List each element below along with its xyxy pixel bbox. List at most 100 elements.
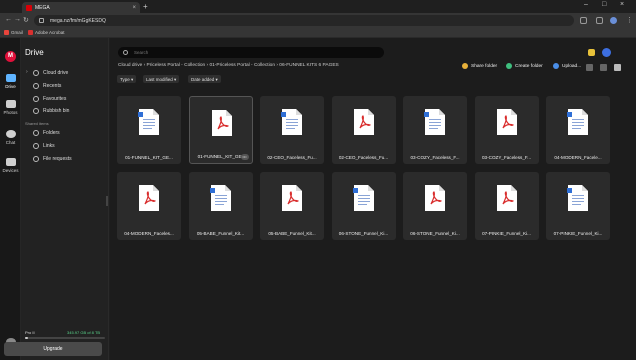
extensions-icon[interactable] (596, 17, 603, 24)
sidebar-title: Drive (25, 48, 44, 57)
url-text: mega.nz/fm/mGgKESDQ (50, 18, 106, 24)
acrobat-icon (28, 30, 33, 35)
plan-name: Pro II (25, 330, 35, 335)
account-avatar[interactable] (602, 48, 611, 57)
date-added-filter[interactable]: Date added ▾ (188, 75, 221, 83)
file-card[interactable]: 02-CEO_Faceless_Fu... (331, 96, 396, 164)
file-card[interactable]: 06-STONE_Funnel_Ki... (331, 172, 396, 240)
file-name: 06-STONE_Funnel_Ki... (338, 231, 389, 236)
create-folder-button[interactable]: Create folder (506, 63, 543, 69)
mega-logo[interactable]: M (5, 51, 16, 62)
photos-icon (5, 100, 16, 108)
sidebar-item-label: Rubbish bin (43, 108, 70, 114)
doc-file-icon (424, 109, 445, 135)
sidebar-item-label: File requests (43, 156, 72, 162)
thumbnail-view-icon[interactable] (586, 64, 593, 71)
chevron-right-icon[interactable]: › (26, 69, 28, 75)
bookmark-star-icon[interactable] (580, 17, 587, 24)
sidebar-item-label: Favourites (43, 96, 67, 102)
upload-icon (553, 63, 559, 69)
site-info-icon[interactable] (39, 18, 44, 23)
type-filter[interactable]: Type ▾ (117, 75, 137, 83)
address-bar[interactable]: mega.nz/fm/mGgKESDQ (34, 15, 574, 26)
rail-label: Chat (5, 140, 16, 145)
file-name: 07-PINKIE_Funnel_Ki... (553, 231, 603, 236)
browser-tab-bar: MEGA × + – □ × (0, 0, 636, 13)
reload-icon[interactable]: ↻ (23, 16, 29, 24)
search-input[interactable]: Search (118, 47, 384, 58)
sidebar-item-favourites[interactable]: Favourites (33, 96, 66, 102)
file-card[interactable]: 05-BABE_Funnel_Kit... (188, 172, 253, 240)
pdf-file-icon (211, 110, 232, 136)
chat-icon (5, 130, 16, 138)
search-icon (123, 50, 128, 55)
sidebar-item-links[interactable]: Links (33, 143, 55, 149)
rail-label: Drive (5, 84, 16, 89)
upload-button[interactable]: Upload... (553, 63, 581, 69)
file-card[interactable]: 03-COZY_Faceless_F... (474, 96, 539, 164)
sidebar-item-recents[interactable]: Recents (33, 83, 61, 89)
rail-item-drive[interactable]: Drive (0, 74, 21, 89)
grid-view-icon[interactable] (614, 64, 621, 71)
upload-label: Upload... (562, 63, 582, 69)
rail-item-devices[interactable]: Devices (0, 158, 21, 173)
file-card[interactable]: 04-MODERN_Faceles... (117, 172, 181, 240)
forward-icon[interactable]: → (14, 16, 21, 23)
file-card[interactable]: 07-PINKIE_Funnel_Ki... (546, 172, 610, 240)
bookmark-adobe-acrobat[interactable]: Adobe Acrobat (28, 30, 65, 35)
share-folder-label: Share folder (471, 63, 498, 69)
browser-nav-bar: ← → ↻ mega.nz/fm/mGgKESDQ ⋮ (0, 13, 636, 28)
search-placeholder: Search (134, 50, 149, 55)
file-card[interactable]: 06-STONE_Funnel_Ki... (403, 172, 467, 240)
browser-tab[interactable]: MEGA × (22, 2, 140, 13)
maximize-button[interactable]: □ (602, 1, 606, 8)
file-menu-button[interactable]: ••• (240, 154, 249, 160)
notifications-bell-icon[interactable] (588, 49, 595, 56)
shared-items-heading: Shared items (25, 121, 49, 126)
file-name: 05-BABE_Funnel_Kit... (268, 231, 316, 236)
file-name: 02-CEO_Faceless_Fu... (338, 155, 389, 160)
pdf-file-icon (139, 185, 159, 211)
link-icon (33, 143, 39, 149)
sidebar-item-cloud-drive[interactable]: Cloud drive (33, 70, 68, 76)
file-card[interactable]: 05-BABE_Funnel_Kit... (260, 172, 324, 240)
sidebar-resize-handle[interactable] (106, 196, 108, 206)
browser-menu-icon[interactable]: ⋮ (626, 16, 633, 24)
file-name: 07-PINKIE_Funnel_Ki... (482, 231, 531, 236)
new-tab-button[interactable]: + (143, 2, 148, 11)
close-window-button[interactable]: × (620, 1, 624, 8)
doc-file-icon (209, 185, 231, 211)
doc-file-icon (567, 109, 588, 135)
share-folder-button[interactable]: Share folder (462, 63, 497, 69)
file-card[interactable]: 03-COZY_Faceless_F... (403, 96, 467, 164)
bookmark-gmail[interactable]: Gmail (4, 30, 23, 35)
back-icon[interactable]: ← (5, 16, 12, 23)
tab-title: MEGA (35, 4, 50, 11)
sidebar-item-rubbish-bin[interactable]: Rubbish bin (33, 108, 69, 114)
file-card[interactable]: 07-PINKIE_Funnel_Ki... (474, 172, 539, 240)
doc-file-icon (567, 185, 588, 211)
cloud-icon (33, 70, 39, 76)
file-manager-main: Search Cloud drive › Priceless Portal - … (110, 38, 636, 360)
sidebar-item-file-requests[interactable]: File requests (33, 156, 72, 162)
last-modified-filter[interactable]: Last modified ▾ (143, 75, 180, 83)
doc-file-icon (352, 185, 374, 211)
file-card[interactable]: 02-CEO_Faceless_Fu... (260, 96, 324, 164)
sidebar-item-label: Recents (43, 83, 62, 89)
minimize-button[interactable]: – (584, 1, 588, 8)
file-card[interactable]: 01-FUNNEL_KIT_GE... ••• (188, 96, 253, 164)
file-card[interactable]: 04-MODERN_Facele... (546, 96, 610, 164)
tab-close-icon[interactable]: × (132, 5, 136, 11)
bookmarks-bar: Gmail Adobe Acrobat (0, 28, 636, 38)
storage-progress-fill (25, 337, 29, 339)
rail-item-chat[interactable]: Chat (0, 130, 21, 145)
file-name: 01-FUNNEL_KIT_GE... (125, 155, 173, 160)
file-card[interactable]: 01-FUNNEL_KIT_GE... (117, 96, 181, 164)
upgrade-button[interactable]: Upgrade (4, 342, 102, 356)
sidebar-item-folders[interactable]: Folders (33, 130, 60, 136)
pdf-file-icon (353, 109, 374, 135)
breadcrumb[interactable]: Cloud drive › Priceless Portal - Collect… (118, 63, 339, 68)
rail-item-photos[interactable]: Photos (0, 100, 21, 115)
list-view-icon[interactable] (600, 64, 607, 71)
profile-avatar[interactable] (610, 17, 617, 24)
